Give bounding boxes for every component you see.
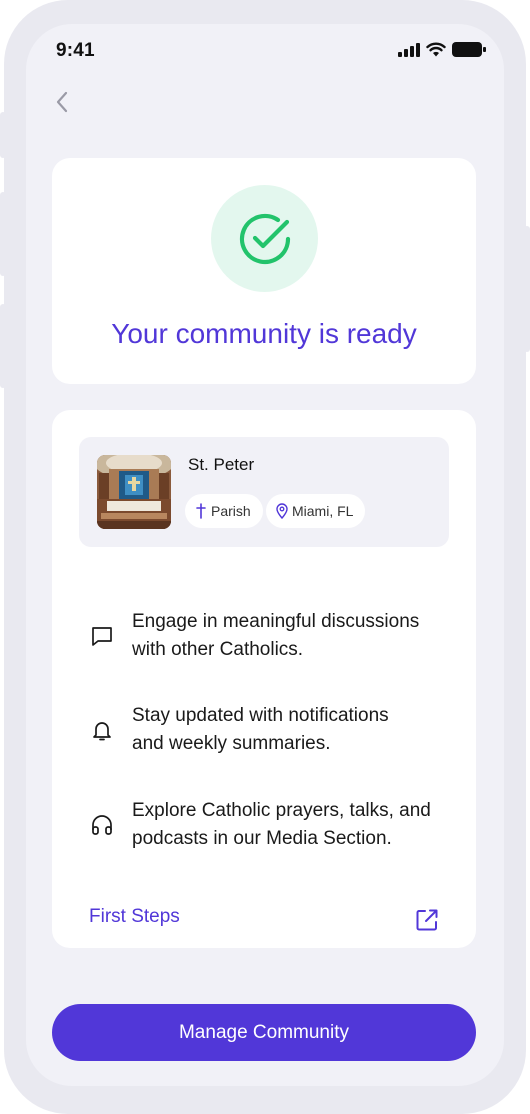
device-side-button	[0, 112, 6, 158]
location-chip: Miami, FL	[266, 494, 366, 528]
success-card: Your community is ready	[52, 158, 476, 384]
parish-type-label: Parish	[211, 503, 251, 519]
back-button[interactable]	[50, 90, 74, 114]
battery-icon	[452, 42, 486, 57]
feature-item-media: Explore Catholic prayers, talks, and pod…	[89, 797, 459, 853]
parish-summary: St. Peter Parish Miami, FL	[79, 437, 449, 547]
chevron-left-icon	[56, 91, 68, 113]
cross-icon	[196, 503, 206, 519]
map-pin-icon	[276, 503, 288, 519]
bell-icon	[89, 717, 115, 743]
success-badge	[211, 185, 318, 292]
external-link-icon[interactable]	[414, 907, 440, 933]
status-time: 9:41	[56, 40, 95, 61]
feature-text: Explore Catholic prayers, talks, and pod…	[132, 800, 431, 849]
page-title: Your community is ready	[111, 318, 417, 349]
device-side-button	[0, 192, 6, 276]
parish-image	[97, 455, 171, 529]
cellular-signal-icon	[398, 42, 420, 57]
headphones-icon	[89, 812, 115, 838]
first-steps-link[interactable]: First Steps	[89, 906, 180, 928]
status-icons	[398, 42, 486, 57]
feature-text: Engage in meaningful discussions with ot…	[132, 611, 420, 660]
device-side-button	[0, 304, 6, 388]
parish-type-chip: Parish	[185, 494, 263, 528]
manage-community-button[interactable]: Manage Community	[52, 1004, 476, 1061]
phone-screen: 9:41 Your community is ready St. Peter P…	[26, 24, 504, 1086]
parish-name: St. Peter	[188, 455, 255, 474]
check-circle-icon	[239, 213, 290, 264]
feature-item-discussions: Engage in meaningful discussions with ot…	[89, 608, 459, 664]
chat-bubble-icon	[89, 623, 115, 649]
device-side-button	[524, 226, 530, 352]
feature-text: Stay updated with notifications and week…	[132, 705, 389, 754]
wifi-icon	[426, 42, 446, 57]
location-label: Miami, FL	[292, 503, 354, 519]
feature-item-notifications: Stay updated with notifications and week…	[89, 702, 459, 758]
community-info-card: St. Peter Parish Miami, FL Engage in mea…	[52, 410, 476, 948]
